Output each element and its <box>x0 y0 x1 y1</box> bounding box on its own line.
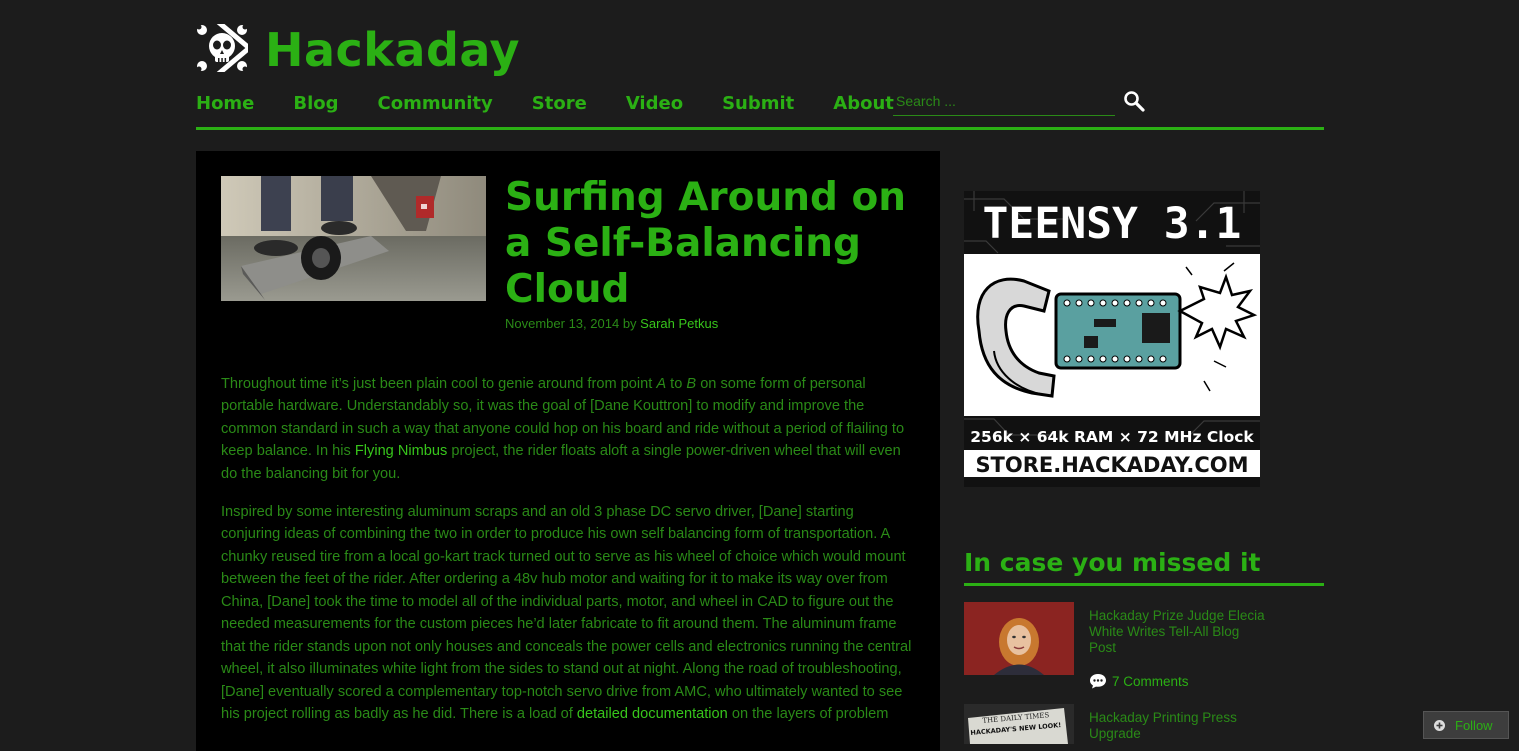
post-thumbnail[interactable] <box>964 602 1074 675</box>
ad-url: STORE.HACKADAY.COM <box>975 453 1248 477</box>
search-input[interactable] <box>893 88 1115 114</box>
article-date: November 13, 2014 <box>505 316 620 331</box>
site-title[interactable]: Hackaday <box>265 20 520 80</box>
article: Surfing Around on a Self-Balancing Cloud… <box>196 151 940 751</box>
paragraph-text: on the layers of problem <box>727 706 889 723</box>
plus-circle-icon <box>1434 719 1445 731</box>
follow-label: Follow <box>1455 717 1493 733</box>
article-paragraph: Inspired by some interesting aluminum sc… <box>221 501 916 726</box>
header-divider <box>196 127 1324 130</box>
italic-text: A <box>656 375 667 392</box>
missed-heading: In case you missed it <box>964 548 1261 577</box>
post-thumbnail[interactable]: THE DAILY TIMES HACKADAY'S NEW LOOK! <box>964 704 1074 744</box>
nav-store[interactable]: Store <box>532 90 587 118</box>
nav-home[interactable]: Home <box>196 90 254 118</box>
comments-count[interactable]: 7 Comments <box>1089 673 1189 689</box>
nav-video[interactable]: Video <box>626 90 683 118</box>
byline-prefix: by <box>622 316 637 331</box>
comments-label: 7 Comments <box>1112 673 1189 689</box>
nav-submit[interactable]: Submit <box>722 90 794 118</box>
follow-button[interactable]: Follow <box>1423 711 1509 739</box>
flying-nimbus-link[interactable]: Flying Nimbus <box>355 443 447 459</box>
ad-headline: TEENSY 3.1 <box>983 199 1242 249</box>
article-title[interactable]: Surfing Around on a Self-Balancing Cloud <box>505 175 925 313</box>
paragraph-text: to <box>666 375 687 392</box>
nav-about[interactable]: About <box>833 90 894 118</box>
main-nav: Home Blog Community Store Video Submit A… <box>196 89 933 119</box>
magnifier-icon[interactable] <box>1123 90 1145 112</box>
speech-bubble-icon <box>1090 674 1106 689</box>
nav-community[interactable]: Community <box>378 90 493 118</box>
documentation-link[interactable]: detailed documentation <box>577 706 728 722</box>
teensy-ad-banner[interactable]: TEENSY 3.1 256k × 64k RAM × 72 MHz Clock… <box>964 191 1260 487</box>
italic-text: B <box>686 375 697 392</box>
ad-specs: 256k × 64k RAM × 72 MHz Clock <box>970 428 1254 446</box>
search-box <box>893 88 1115 116</box>
missed-post-title[interactable]: Hackaday Prize Judge Elecia White Writes… <box>1089 608 1269 656</box>
featured-image[interactable] <box>221 176 486 301</box>
paragraph-text: Inspired by some interesting aluminum sc… <box>221 503 912 723</box>
site-header: Hackaday Home Blog Community Store Video… <box>196 18 1324 132</box>
article-paragraph: Throughout time it’s just been plain coo… <box>221 373 916 486</box>
missed-divider <box>964 583 1324 586</box>
paragraph-text: Throughout time it’s just been plain coo… <box>221 375 657 392</box>
skull-wrenches-icon[interactable] <box>196 24 248 72</box>
author-link[interactable]: Sarah Petkus <box>640 316 718 331</box>
article-meta: November 13, 2014 by Sarah Petkus <box>505 316 718 331</box>
missed-post-title[interactable]: Hackaday Printing Press Upgrade <box>1089 710 1269 742</box>
nav-blog[interactable]: Blog <box>293 90 338 118</box>
